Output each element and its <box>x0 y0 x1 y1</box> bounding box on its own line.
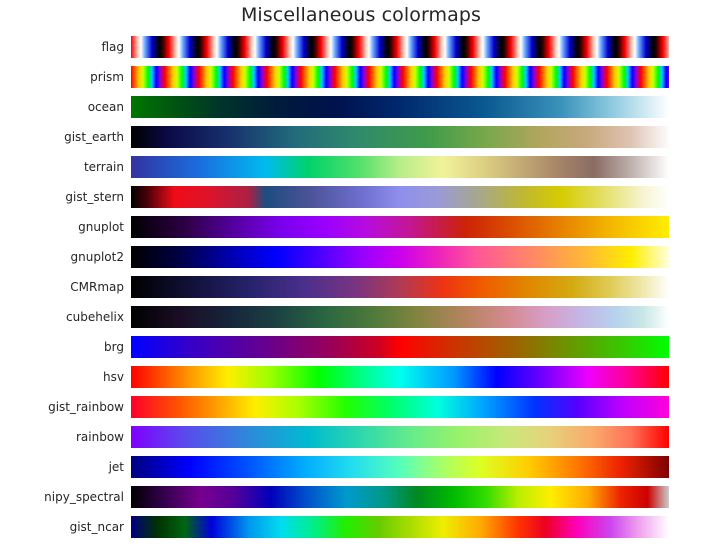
colormap-row: nipy_spectral <box>0 486 722 516</box>
colormap-bar-cubehelix <box>131 306 669 328</box>
colormap-label-gist_stern: gist_stern <box>65 190 124 204</box>
colormap-label-rainbow: rainbow <box>76 430 124 444</box>
colormap-row: terrain <box>0 156 722 186</box>
colormap-label-CMRmap: CMRmap <box>70 280 124 294</box>
colormap-row: brg <box>0 336 722 366</box>
colormap-row: gist_stern <box>0 186 722 216</box>
colormap-bar-nipy_spectral <box>131 486 669 508</box>
colormap-row: CMRmap <box>0 276 722 306</box>
colormap-bar-gist_ncar <box>131 516 669 538</box>
page-title: Miscellaneous colormaps <box>240 4 482 26</box>
colormap-row: gnuplot2 <box>0 246 722 276</box>
colormap-label-jet: jet <box>108 460 124 474</box>
colormap-label-terrain: terrain <box>83 160 124 174</box>
colormap-row: gist_ncar <box>0 516 722 546</box>
colormap-bar-gnuplot <box>131 216 669 238</box>
colormap-bar-gist_rainbow <box>131 396 669 418</box>
colormap-label-brg: brg <box>104 340 124 354</box>
colormap-label-nipy_spectral: nipy_spectral <box>44 490 124 504</box>
colormap-label-cubehelix: cubehelix <box>66 310 124 324</box>
colormap-row: prism <box>0 66 722 96</box>
colormap-row: gnuplot <box>0 216 722 246</box>
colormap-row: gist_earth <box>0 126 722 156</box>
colormap-row: jet <box>0 456 722 486</box>
colormap-label-gnuplot2: gnuplot2 <box>70 250 124 264</box>
colormap-bar-flag <box>131 36 669 58</box>
colormap-bar-brg <box>131 336 669 358</box>
colormap-row: flag <box>0 36 722 66</box>
colormap-label-gist_ncar: gist_ncar <box>69 520 124 534</box>
colormap-label-gist_rainbow: gist_rainbow <box>48 400 124 414</box>
colormap-bar-terrain <box>131 156 669 178</box>
colormap-label-flag: flag <box>101 40 124 54</box>
colormap-bar-prism <box>131 66 669 88</box>
colormap-bar-CMRmap <box>131 276 669 298</box>
colormap-list: flag prism ocean gist_earthterrain gist_ster… <box>0 36 722 546</box>
colormap-row: ocean <box>0 96 722 126</box>
colormap-label-gist_earth: gist_earth <box>64 130 124 144</box>
colormap-row: rainbow <box>0 426 722 456</box>
colormap-label-gnuplot: gnuplot <box>78 220 124 234</box>
colormap-row: cubehelix <box>0 306 722 336</box>
colormap-reference-figure: Miscellaneous colormaps flag prism ocean gi… <box>0 0 722 550</box>
colormap-bar-gist_stern <box>131 186 669 208</box>
colormap-bar-ocean <box>131 96 669 118</box>
colormap-label-ocean: ocean <box>87 100 124 114</box>
colormap-bar-rainbow <box>131 426 669 448</box>
colormap-bar-gnuplot2 <box>131 246 669 268</box>
colormap-row: gist_rainbow <box>0 396 722 426</box>
colormap-row: hsv <box>0 366 722 396</box>
colormap-label-prism: prism <box>90 70 124 84</box>
colormap-bar-jet <box>131 456 669 478</box>
colormap-bar-hsv <box>131 366 669 388</box>
colormap-label-hsv: hsv <box>103 370 124 384</box>
colormap-bar-gist_earth <box>131 126 669 148</box>
